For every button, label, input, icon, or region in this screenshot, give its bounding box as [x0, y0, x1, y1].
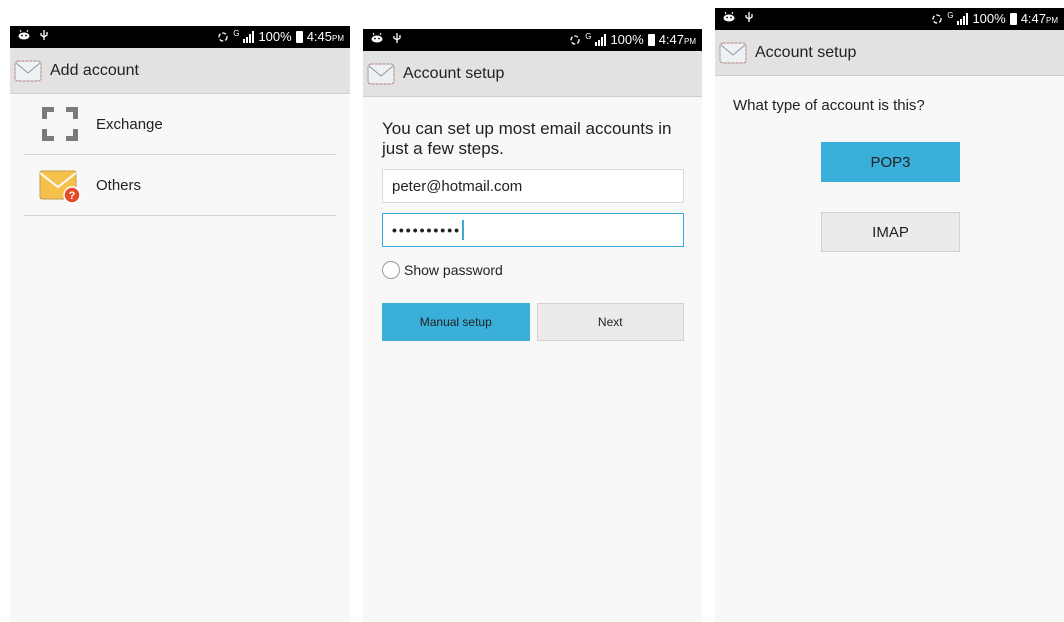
setup-button-row: Manual setup Next: [382, 303, 684, 341]
action-bar: Account setup: [715, 30, 1064, 76]
signal-icon: [595, 33, 607, 46]
sync-icon: [932, 13, 942, 24]
clock: 4:45PM: [307, 29, 344, 44]
signal-icon: [957, 12, 969, 25]
email-other-icon: ?: [38, 163, 82, 207]
clock-time: 4:47: [1020, 11, 1046, 26]
page-title: Add account: [50, 61, 139, 79]
page-title: Account setup: [403, 64, 505, 82]
email-app-icon[interactable]: [367, 62, 395, 86]
battery-icon: [1009, 12, 1017, 25]
exchange-icon: [38, 102, 82, 146]
battery-percent: 100%: [258, 29, 292, 44]
next-button[interactable]: Next: [536, 303, 684, 341]
usb-icon: [745, 12, 753, 22]
status-bar: G 100% 4:47PM: [363, 29, 702, 51]
account-type-screen: G 100% 4:47PM Account setup What type of…: [715, 8, 1064, 622]
clock-ampm: PM: [684, 37, 696, 46]
show-password-label: Show password: [404, 262, 503, 278]
setup-intro-text: You can set up most email accounts in ju…: [382, 119, 672, 158]
action-bar: Add account: [10, 48, 350, 94]
battery-percent: 100%: [610, 32, 644, 47]
sync-icon: [218, 31, 228, 42]
account-type-list: Exchange ? Others: [24, 94, 336, 216]
pop3-button[interactable]: POP3: [821, 142, 960, 182]
add-account-screen: G 100% 4:45PM Add account Exchange ? Oth…: [10, 26, 350, 622]
clock: 4:47PM: [659, 32, 696, 47]
clock-time: 4:47: [658, 32, 684, 47]
status-bar: G 100% 4:47PM: [715, 8, 1064, 30]
password-value: ••••••••••: [392, 222, 462, 238]
manual-setup-button[interactable]: Manual setup: [382, 303, 530, 341]
status-bar: G 100% 4:45PM: [10, 26, 350, 48]
account-item-label: Exchange: [96, 115, 163, 133]
android-notification-icon: [723, 11, 735, 22]
battery-icon: [295, 30, 303, 43]
show-password-option[interactable]: Show password: [382, 257, 702, 283]
svg-text:?: ?: [69, 190, 76, 202]
battery-icon: [647, 33, 655, 46]
show-password-radio[interactable]: [382, 261, 400, 279]
clock-ampm: PM: [332, 34, 344, 43]
email-value: peter@hotmail.com: [392, 177, 523, 195]
email-app-icon[interactable]: [719, 41, 747, 65]
clock-time: 4:45: [306, 29, 332, 44]
account-item-exchange[interactable]: Exchange: [24, 94, 336, 155]
android-notification-icon: [18, 29, 30, 40]
account-type-question: What type of account is this?: [733, 97, 925, 114]
android-notification-icon: [371, 32, 383, 43]
imap-button[interactable]: IMAP: [821, 212, 960, 252]
clock-ampm: PM: [1046, 16, 1058, 25]
page-title: Account setup: [755, 43, 857, 61]
network-type: G: [947, 11, 954, 20]
text-cursor: [462, 220, 465, 240]
signal-icon: [243, 30, 255, 43]
action-bar: Account setup: [363, 51, 702, 97]
account-setup-screen: G 100% 4:47PM Account setup You can set …: [363, 29, 702, 622]
network-type: G: [585, 32, 592, 41]
network-type: G: [233, 29, 240, 38]
sync-icon: [570, 34, 580, 45]
account-item-others[interactable]: ? Others: [24, 155, 336, 216]
clock: 4:47PM: [1021, 11, 1058, 26]
email-field[interactable]: peter@hotmail.com: [382, 169, 684, 203]
account-item-label: Others: [96, 176, 142, 194]
usb-icon: [393, 33, 401, 43]
battery-percent: 100%: [972, 11, 1006, 26]
password-field[interactable]: ••••••••••: [382, 213, 684, 247]
usb-icon: [40, 30, 48, 40]
email-app-icon[interactable]: [14, 59, 42, 83]
